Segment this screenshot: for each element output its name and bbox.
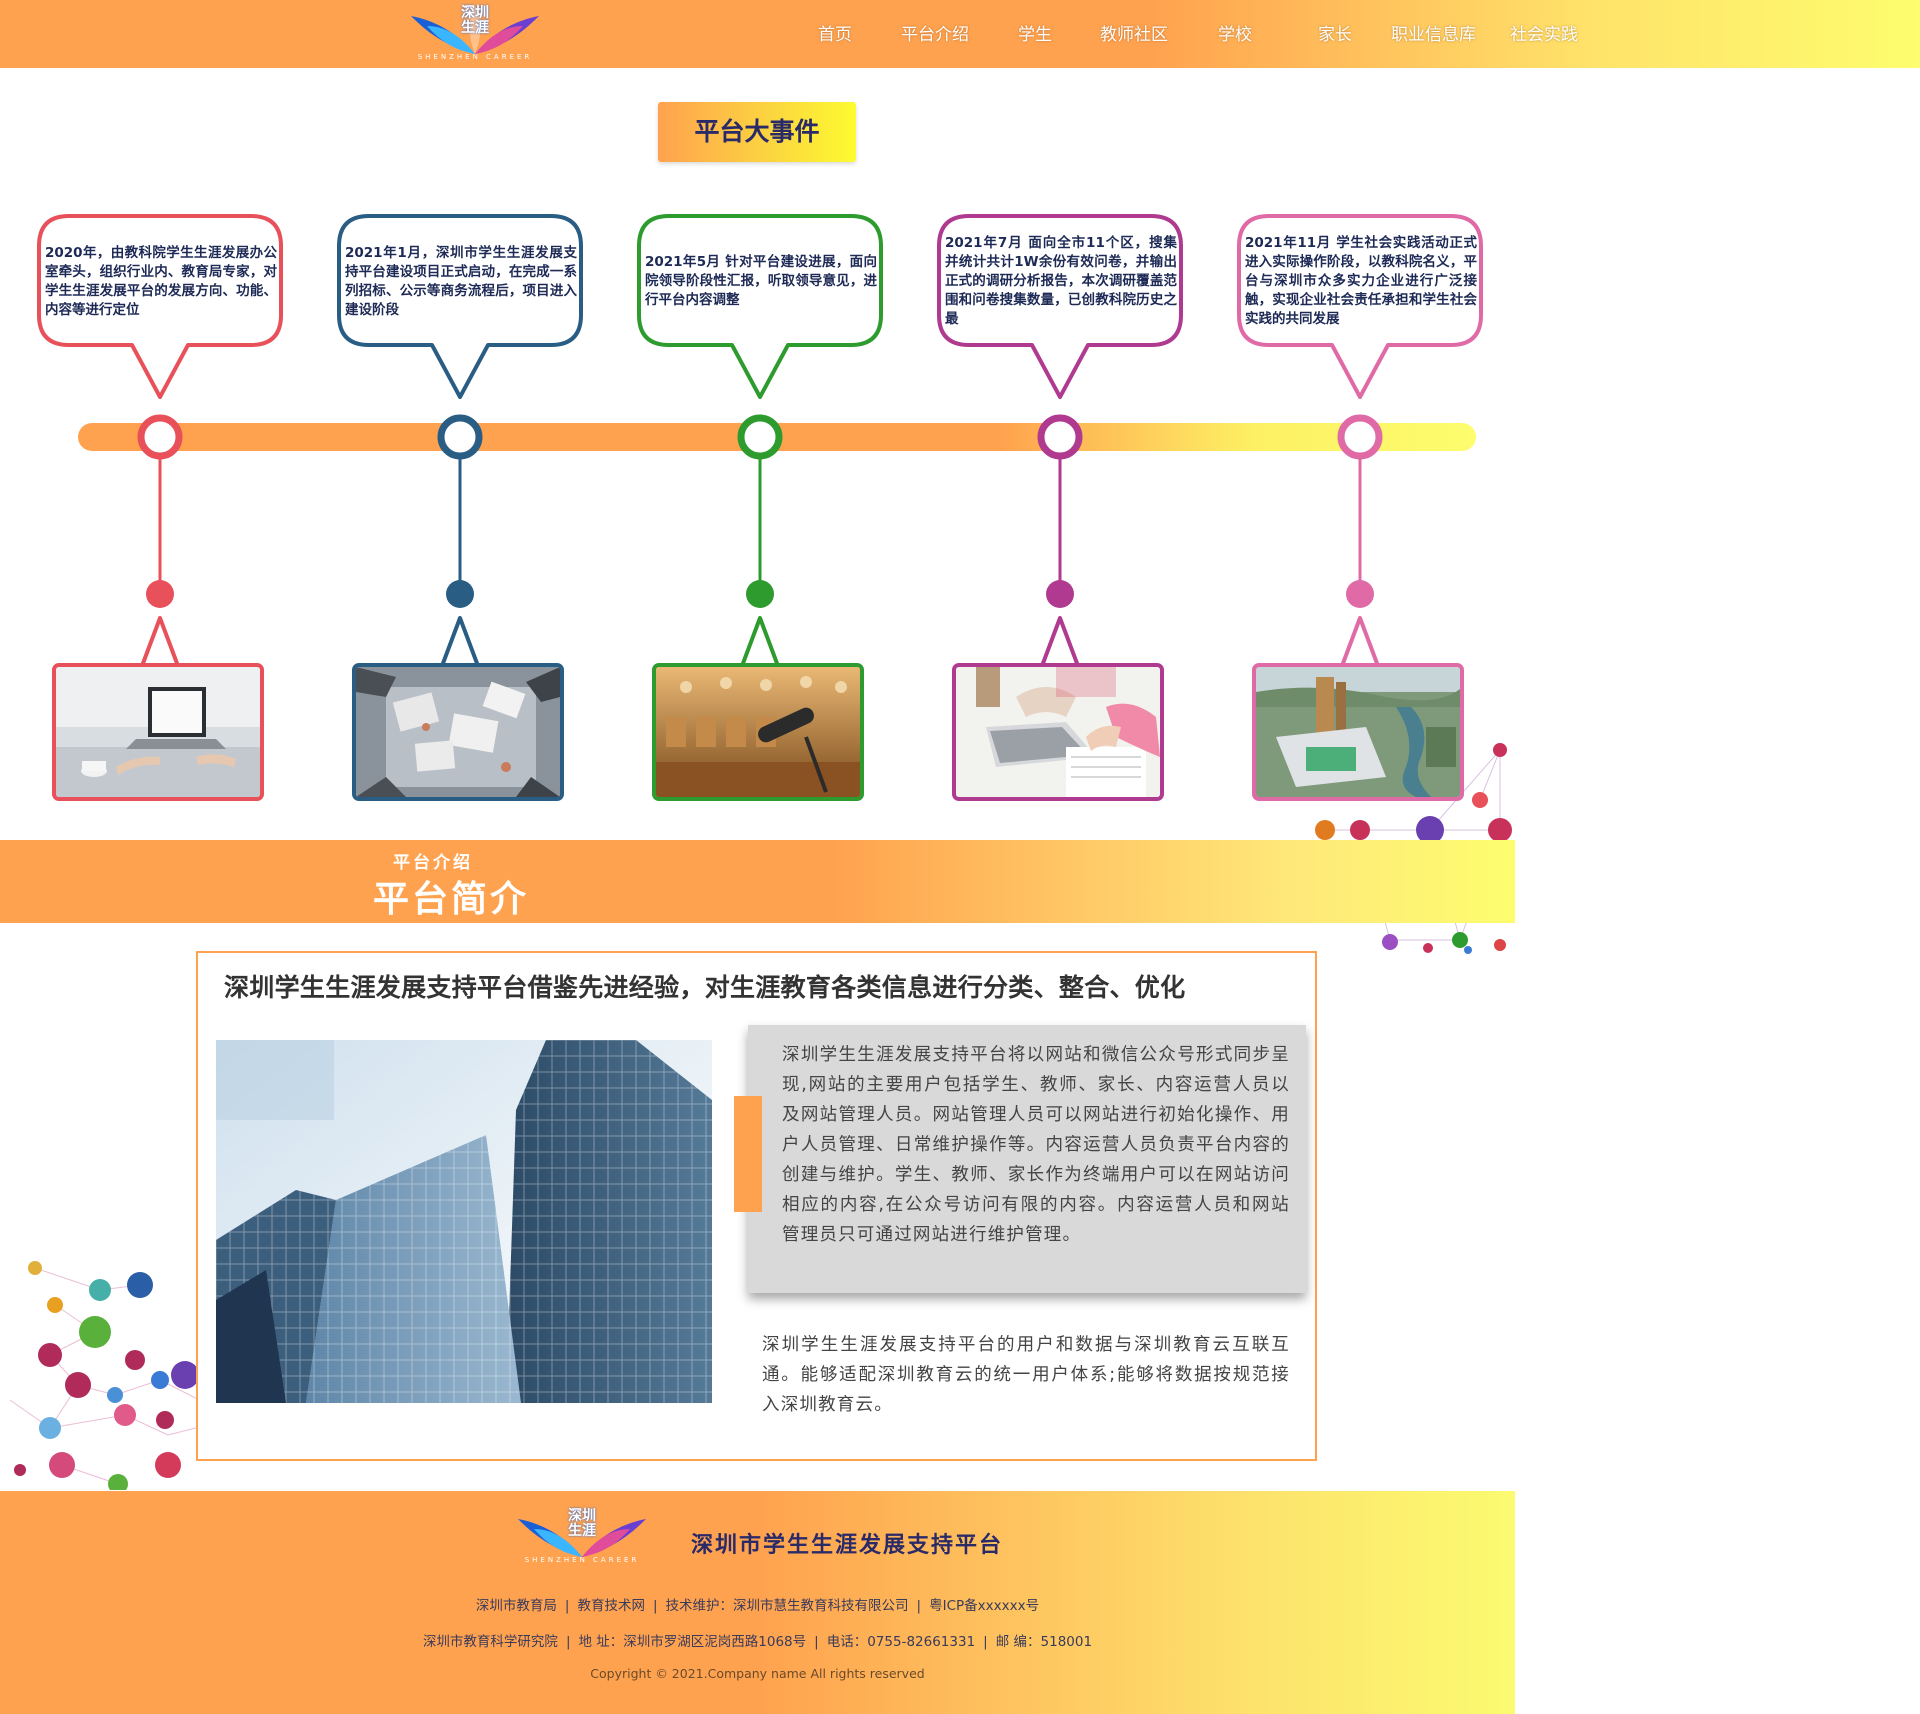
- event-4-timeline-marker: [1037, 414, 1083, 460]
- intro-paragraph-2: 深圳学生生涯发展支持平台的用户和数据与深圳教育云互联互通。能够适配深圳教育云的统…: [762, 1335, 1290, 1415]
- footer-logo-en-text: SHENZHEN CAREER: [524, 1556, 640, 1564]
- event-3-dot: [746, 580, 774, 608]
- footer-links-row-1: 深圳市教育局 | 教育技术网 | 技术维护：深圳市慧生教育科技有限公司 | 粤ICP备xxx…: [0, 1594, 1515, 1614]
- event-1-timeline-marker: [137, 414, 183, 460]
- footer-tech-maintenance: 技术维护：深圳市慧生教育科技有限公司: [665, 1598, 909, 1614]
- event-2-timeline-marker: [437, 414, 483, 460]
- footer-info-row-2: 深圳市教育科学研究院 | 地 址：深圳市罗湖区泥岗西路1068号 | 电话：0755-8…: [0, 1630, 1515, 1650]
- intro-paragraph-1: 深圳学生生涯发展支持平台将以网站和微信公众号形式同步呈现,网站的主要用户包括学生…: [782, 1045, 1290, 1245]
- event-1-text: 2020年，由教科院学生生涯发展办公室牵头，组织行业内、教育局专家，对学生生涯发…: [45, 245, 277, 318]
- footer-address: 地 址：深圳市罗湖区泥岗西路1068号: [578, 1634, 807, 1650]
- event-3-photo-pointer: [740, 616, 780, 667]
- event-4-photo-pointer: [1040, 616, 1080, 667]
- footer-logo-cn-line1: 深圳: [568, 1508, 596, 1524]
- intro-accent-bar: [734, 1096, 762, 1212]
- footer-postcode: 邮 编：518001: [995, 1634, 1093, 1650]
- footer-icp-number[interactable]: 粤ICP备xxxxxx号: [921, 1594, 1047, 1614]
- team-meeting-photo: [352, 663, 564, 801]
- intro-headline: 深圳学生生涯发展支持平台借鉴先进经验，对生涯教育各类信息进行分类、整合、优化: [224, 973, 1186, 1002]
- laptop-desk-photo: [52, 663, 264, 801]
- event-1-photo-pointer: [140, 616, 180, 667]
- event-4-text: 2021年7月 面向全市11个区，搜集并统计共计1W余份有效问卷，并输出正式的调…: [945, 235, 1177, 327]
- event-1-dot: [146, 580, 174, 608]
- event-2-text: 2021年1月，深圳市学生生涯发展支持平台建设项目正式启动，在完成一系列招标、公…: [345, 245, 577, 318]
- event-3-timeline-marker: [737, 414, 783, 460]
- event-5-dot: [1346, 580, 1374, 608]
- footer-logo[interactable]: 深圳 生涯 SHENZHEN CAREER: [512, 1505, 652, 1567]
- footer-link-edu-tech-net[interactable]: 教育技术网: [569, 1594, 653, 1614]
- survey-writing-photo: [952, 663, 1164, 801]
- event-2-photo-pointer: [440, 616, 480, 667]
- event-4-dot: [1046, 580, 1074, 608]
- footer-institute: 深圳市教育科学研究院: [422, 1634, 558, 1650]
- office-building-photo: [216, 1040, 712, 1403]
- event-5-text: 2021年11月 学生社会实践活动正式进入实际操作阶段，以教科院名义，平台与深圳…: [1245, 235, 1477, 327]
- footer-phone: 电话：0755-82661331: [826, 1634, 976, 1650]
- footer-logo-cn-line2: 生涯: [568, 1523, 596, 1539]
- event-5-timeline-marker: [1337, 414, 1383, 460]
- footer-link-education-bureau[interactable]: 深圳市教育局: [468, 1594, 565, 1614]
- conference-microphone-photo: [652, 663, 864, 801]
- footer-copyright: Copyright © 2021.Company name All rights…: [590, 1666, 925, 1681]
- intro-section-title: 平台简介: [373, 879, 530, 920]
- event-5-photo-pointer: [1340, 616, 1380, 667]
- footer-platform-name: 深圳市学生生涯发展支持平台: [691, 1533, 1004, 1558]
- campus-aerial-photo: [1252, 663, 1464, 801]
- event-3-text: 2021年5月 针对平台建设进展，面向院领导阶段性汇报，听取领导意见，进行平台内…: [645, 254, 877, 308]
- event-2-dot: [446, 580, 474, 608]
- intro-section-band: [0, 840, 1515, 923]
